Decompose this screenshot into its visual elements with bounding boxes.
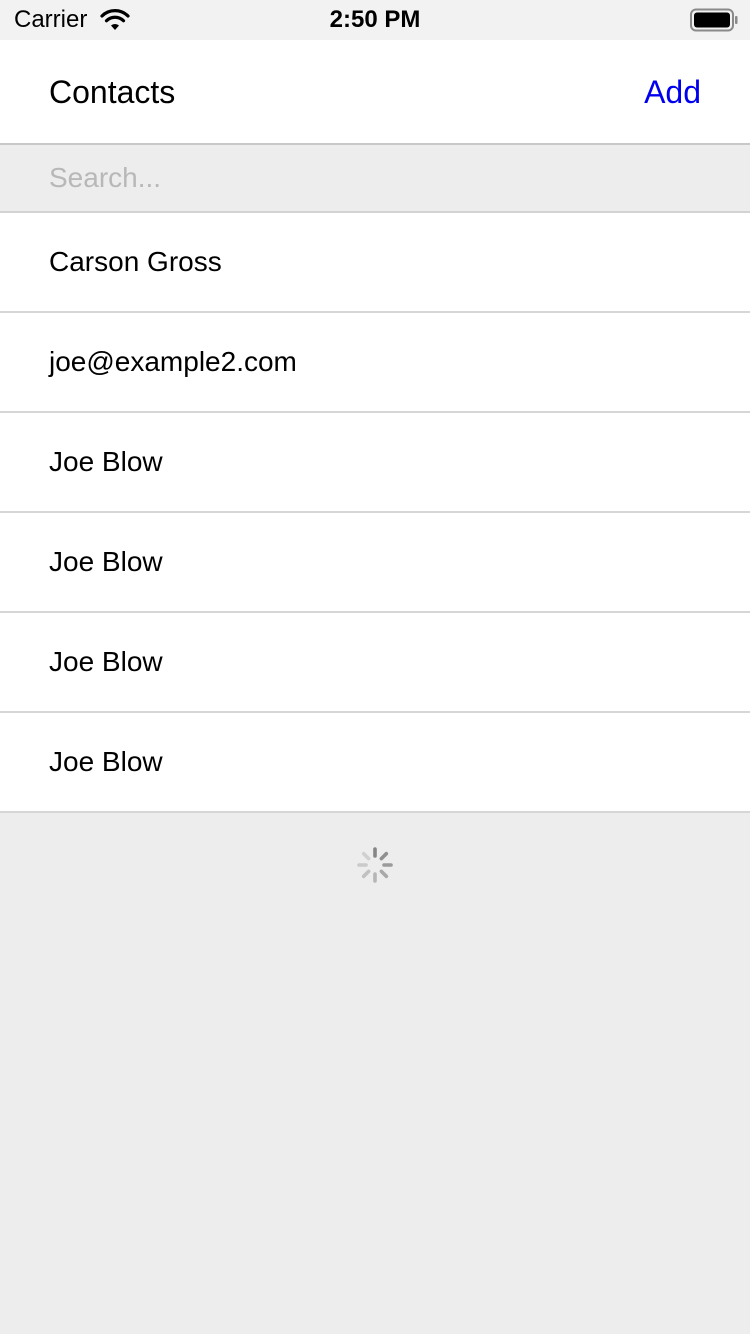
spinner-icon <box>357 847 393 883</box>
search-bar <box>0 145 750 213</box>
battery-icon <box>690 8 738 32</box>
contact-name: Joe Blow <box>49 646 163 677</box>
page-title: Contacts <box>49 74 176 110</box>
clock: 2:50 PM <box>329 6 421 33</box>
navigation-bar: Contacts Add <box>0 40 750 145</box>
list-item[interactable]: Joe Blow <box>0 513 750 613</box>
contact-name: Joe Blow <box>49 546 163 577</box>
list-item[interactable]: Joe Blow <box>0 413 750 513</box>
contact-name: Joe Blow <box>49 446 163 477</box>
list-item[interactable]: Joe Blow <box>0 713 750 813</box>
list-item[interactable]: Carson Gross <box>0 213 750 313</box>
contact-name: Carson Gross <box>49 246 222 277</box>
list-item[interactable]: Joe Blow <box>0 613 750 713</box>
contact-list: Carson Gross joe@example2.com Joe Blow J… <box>0 213 750 813</box>
list-item[interactable]: joe@example2.com <box>0 313 750 413</box>
contact-name: Joe Blow <box>49 746 163 777</box>
add-button[interactable]: Add <box>644 73 701 111</box>
search-input[interactable] <box>49 145 699 211</box>
contact-name: joe@example2.com <box>49 346 297 377</box>
status-bar: Carrier 2:50 PM <box>0 0 750 40</box>
